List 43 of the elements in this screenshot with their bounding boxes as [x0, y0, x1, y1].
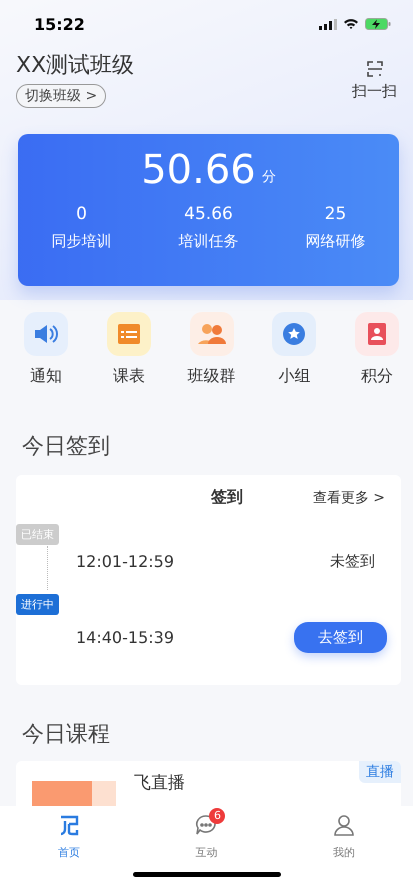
- stat-value: 45.66: [184, 204, 233, 224]
- score-value: 50.66: [141, 146, 256, 194]
- stat-label: 培训任务: [178, 232, 238, 251]
- shortcut-label[interactable]: 积分: [361, 366, 393, 387]
- wifi-icon: [343, 18, 359, 30]
- shortcut-label[interactable]: 通知: [30, 366, 62, 387]
- live-tag: 直播: [359, 761, 401, 783]
- switch-class-button[interactable]: 切换班级 >: [16, 84, 106, 108]
- course-title: 飞直播: [134, 772, 185, 794]
- unread-badge: 6: [209, 808, 226, 824]
- check-in-status: 未签到: [330, 552, 375, 571]
- stat-label: 同步培训: [52, 232, 112, 251]
- course-card[interactable]: 飞直播 直播: [16, 761, 401, 806]
- shortcut-icon[interactable]: [355, 312, 399, 356]
- profile-icon: [333, 814, 356, 836]
- tab-item[interactable]: 我的: [314, 806, 374, 866]
- class-title: XX测试班级: [16, 52, 134, 80]
- shortcut-icon[interactable]: [24, 312, 68, 356]
- session-time: 14:40-15:39: [76, 628, 174, 647]
- session-time: 12:01-12:59: [76, 552, 174, 571]
- tab-item[interactable]: 首页: [38, 806, 99, 866]
- stat-value: 25: [324, 204, 346, 224]
- battery-icon: [365, 18, 391, 30]
- checkin-heading: 签到: [210, 487, 243, 508]
- scan-label[interactable]: 扫一扫: [352, 82, 397, 101]
- status-badge: 进行中: [16, 594, 59, 615]
- shortcut-icon[interactable]: [106, 312, 151, 356]
- shortcut-icon[interactable]: [190, 312, 234, 356]
- shortcut-icon[interactable]: [272, 312, 316, 356]
- shortcut-label[interactable]: 小组: [278, 366, 310, 387]
- score-unit: 分: [262, 168, 276, 186]
- shortcut-label[interactable]: 课表: [112, 366, 145, 387]
- section-title: 今日课程: [21, 721, 111, 749]
- status-time: 15:22: [34, 14, 85, 34]
- signal-icon: [319, 18, 337, 30]
- shortcut-label[interactable]: 班级群: [188, 366, 236, 387]
- stat-value: 0: [76, 204, 87, 224]
- scan-icon[interactable]: [366, 60, 384, 78]
- stat-label: 网络研修: [306, 232, 366, 251]
- tab-item[interactable]: 6 互动: [176, 806, 236, 866]
- check-in-button[interactable]: 去签到: [294, 622, 387, 653]
- section-title: 今日签到: [21, 433, 111, 461]
- view-more-link[interactable]: 查看更多 >: [312, 488, 385, 506]
